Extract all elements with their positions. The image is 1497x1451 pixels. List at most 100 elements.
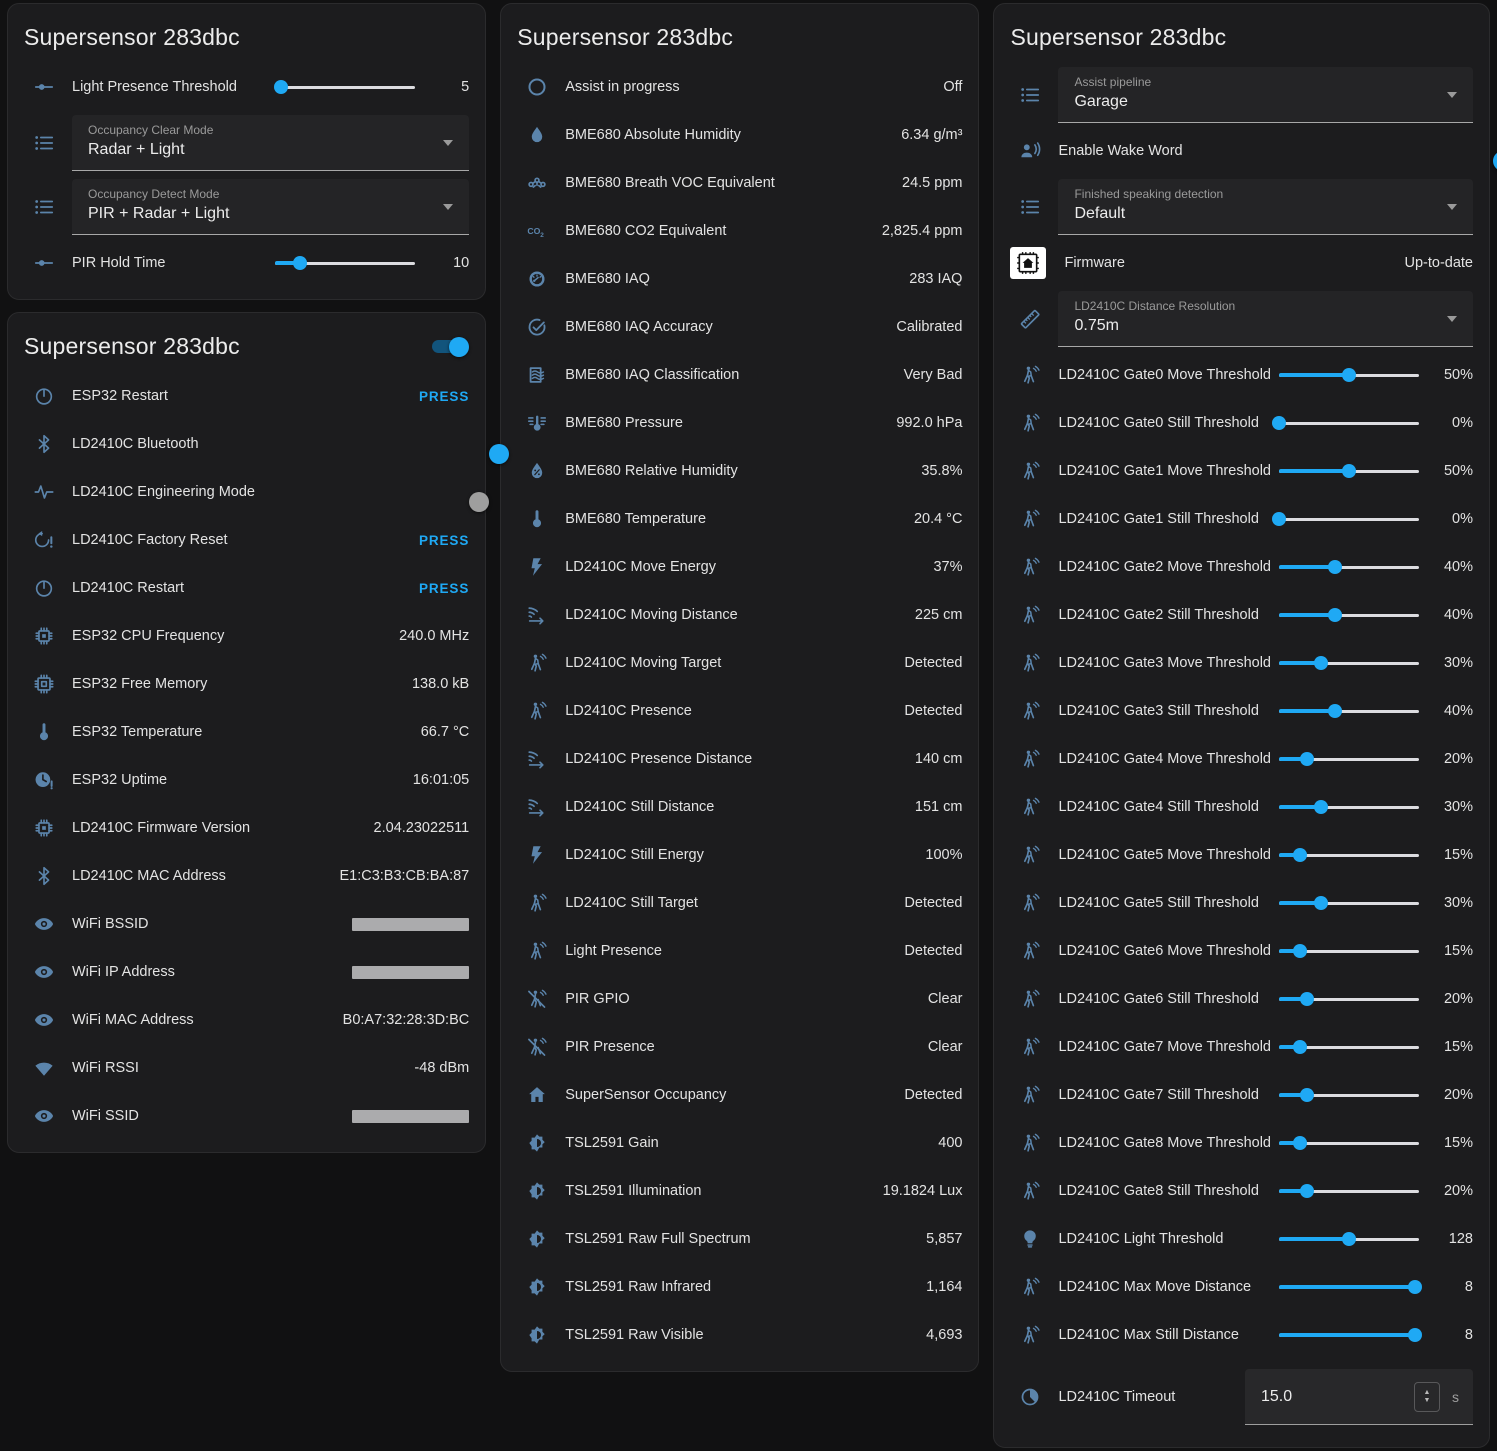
row-bme680-co2-equivalent[interactable]: CO2BME680 CO2 Equivalent2,825.4 ppm bbox=[517, 207, 962, 255]
row-wifi-mac-address[interactable]: WiFi MAC AddressB0:A7:32:28:3D:BC bbox=[24, 996, 469, 1044]
slider-thumb[interactable] bbox=[1408, 1328, 1422, 1342]
row-ld2410c-firmware-version[interactable]: LD2410C Firmware Version2.04.23022511 bbox=[24, 804, 469, 852]
row-ld2410c-still-target[interactable]: LD2410C Still TargetDetected bbox=[517, 879, 962, 927]
select-assist-pipeline[interactable]: Assist pipelineGarage bbox=[1058, 67, 1473, 123]
slider-ld2410c-gate1-still-threshold[interactable] bbox=[1279, 511, 1419, 527]
slider-thumb[interactable] bbox=[1300, 752, 1314, 766]
slider-thumb[interactable] bbox=[1293, 1040, 1307, 1054]
row-ld2410c-gate2-move-threshold[interactable]: LD2410C Gate2 Move Threshold40% bbox=[1010, 543, 1473, 591]
row-bme680-iaq-classification[interactable]: BME680 IAQ ClassificationVery Bad bbox=[517, 351, 962, 399]
slider-thumb[interactable] bbox=[1300, 1184, 1314, 1198]
slider-ld2410c-gate4-move-threshold[interactable] bbox=[1279, 751, 1419, 767]
slider-thumb[interactable] bbox=[1272, 512, 1286, 526]
row-tsl2591-gain[interactable]: TSL2591 Gain400 bbox=[517, 1119, 962, 1167]
stepper-control[interactable]: ▲▼ bbox=[1414, 1382, 1440, 1412]
row-ld2410c-moving-target[interactable]: LD2410C Moving TargetDetected bbox=[517, 639, 962, 687]
slider-ld2410c-gate2-move-threshold[interactable] bbox=[1279, 559, 1419, 575]
slider-ld2410c-max-still-distance[interactable] bbox=[1279, 1327, 1419, 1343]
row-assist-in-progress[interactable]: Assist in progressOff bbox=[517, 63, 962, 111]
slider-thumb[interactable] bbox=[1314, 896, 1328, 910]
number-input-ld2410c-timeout[interactable]: 15.0▲▼s bbox=[1245, 1369, 1473, 1425]
row-tsl2591-illumination[interactable]: TSL2591 Illumination19.1824 Lux bbox=[517, 1167, 962, 1215]
slider-ld2410c-gate2-still-threshold[interactable] bbox=[1279, 607, 1419, 623]
row-esp32-uptime[interactable]: ESP32 Uptime16:01:05 bbox=[24, 756, 469, 804]
row-bme680-breath-voc-equivalent[interactable]: BME680 Breath VOC Equivalent24.5 ppm bbox=[517, 159, 962, 207]
slider-thumb[interactable] bbox=[274, 80, 288, 94]
row-esp32-cpu-frequency[interactable]: ESP32 CPU Frequency240.0 MHz bbox=[24, 612, 469, 660]
slider-thumb[interactable] bbox=[1293, 944, 1307, 958]
slider-thumb[interactable] bbox=[1272, 416, 1286, 430]
slider-ld2410c-light-threshold[interactable] bbox=[1279, 1231, 1419, 1247]
slider-thumb[interactable] bbox=[1328, 608, 1342, 622]
row-esp32-free-memory[interactable]: ESP32 Free Memory138.0 kB bbox=[24, 660, 469, 708]
select-occupancy-clear-mode[interactable]: Occupancy Clear ModeRadar + Light bbox=[72, 115, 469, 171]
slider-thumb[interactable] bbox=[1293, 848, 1307, 862]
slider-ld2410c-gate5-still-threshold[interactable] bbox=[1279, 895, 1419, 911]
row-ld2410c-gate0-move-threshold[interactable]: LD2410C Gate0 Move Threshold50% bbox=[1010, 351, 1473, 399]
row-ld2410c-max-move-distance[interactable]: LD2410C Max Move Distance8 bbox=[1010, 1263, 1473, 1311]
row-ld2410c-presence-distance[interactable]: LD2410C Presence Distance140 cm bbox=[517, 735, 962, 783]
row-wifi-bssid[interactable]: WiFi BSSID bbox=[24, 900, 469, 948]
slider-thumb[interactable] bbox=[1342, 1232, 1356, 1246]
slider-ld2410c-gate1-move-threshold[interactable] bbox=[1279, 463, 1419, 479]
slider-ld2410c-gate0-still-threshold[interactable] bbox=[1279, 415, 1419, 431]
slider-light-presence-threshold[interactable] bbox=[275, 79, 415, 95]
row-ld2410c-gate5-move-threshold[interactable]: LD2410C Gate5 Move Threshold15% bbox=[1010, 831, 1473, 879]
row-ld2410c-gate3-still-threshold[interactable]: LD2410C Gate3 Still Threshold40% bbox=[1010, 687, 1473, 735]
row-bme680-temperature[interactable]: BME680 Temperature20.4 °C bbox=[517, 495, 962, 543]
row-esp32-restart[interactable]: ESP32 RestartPRESS bbox=[24, 372, 469, 420]
row-tsl2591-raw-infrared[interactable]: TSL2591 Raw Infrared1,164 bbox=[517, 1263, 962, 1311]
select-ld2410c-distance-resolution[interactable]: LD2410C Distance Resolution0.75m bbox=[1058, 291, 1473, 347]
slider-ld2410c-gate6-move-threshold[interactable] bbox=[1279, 943, 1419, 959]
row-bme680-iaq[interactable]: BME680 IAQ283 IAQ bbox=[517, 255, 962, 303]
row-ld2410c-gate7-move-threshold[interactable]: LD2410C Gate7 Move Threshold15% bbox=[1010, 1023, 1473, 1071]
row-ld2410c-gate1-still-threshold[interactable]: LD2410C Gate1 Still Threshold0% bbox=[1010, 495, 1473, 543]
slider-thumb[interactable] bbox=[1328, 560, 1342, 574]
slider-ld2410c-max-move-distance[interactable] bbox=[1279, 1279, 1419, 1295]
row-wifi-ip-address[interactable]: WiFi IP Address bbox=[24, 948, 469, 996]
row-tsl2591-raw-visible[interactable]: TSL2591 Raw Visible4,693 bbox=[517, 1311, 962, 1359]
slider-ld2410c-gate0-move-threshold[interactable] bbox=[1279, 367, 1419, 383]
row-ld2410c-bluetooth[interactable]: LD2410C Bluetooth bbox=[24, 420, 469, 468]
row-ld2410c-mac-address[interactable]: LD2410C MAC AddressE1:C3:B3:CB:BA:87 bbox=[24, 852, 469, 900]
slider-ld2410c-gate6-still-threshold[interactable] bbox=[1279, 991, 1419, 1007]
press-button[interactable]: PRESS bbox=[419, 389, 469, 404]
row-ld2410c-still-distance[interactable]: LD2410C Still Distance151 cm bbox=[517, 783, 962, 831]
row-ld2410c-gate8-move-threshold[interactable]: LD2410C Gate8 Move Threshold15% bbox=[1010, 1119, 1473, 1167]
row-esp32-temperature[interactable]: ESP32 Temperature66.7 °C bbox=[24, 708, 469, 756]
row-ld2410c-presence[interactable]: LD2410C PresenceDetected bbox=[517, 687, 962, 735]
row-ld2410c-light-threshold[interactable]: LD2410C Light Threshold128 bbox=[1010, 1215, 1473, 1263]
row-light-presence-threshold[interactable]: Light Presence Threshold5 bbox=[24, 63, 469, 111]
row-pir-presence[interactable]: PIR PresenceClear bbox=[517, 1023, 962, 1071]
row-pir-hold-time[interactable]: PIR Hold Time10 bbox=[24, 239, 469, 287]
slider-ld2410c-gate4-still-threshold[interactable] bbox=[1279, 799, 1419, 815]
slider-thumb[interactable] bbox=[1300, 992, 1314, 1006]
select-finished-speaking-detection[interactable]: Finished speaking detectionDefault bbox=[1058, 179, 1473, 235]
slider-ld2410c-gate5-move-threshold[interactable] bbox=[1279, 847, 1419, 863]
row-ld2410c-gate3-move-threshold[interactable]: LD2410C Gate3 Move Threshold30% bbox=[1010, 639, 1473, 687]
row-ld2410c-gate4-still-threshold[interactable]: LD2410C Gate4 Still Threshold30% bbox=[1010, 783, 1473, 831]
row-ld2410c-max-still-distance[interactable]: LD2410C Max Still Distance8 bbox=[1010, 1311, 1473, 1359]
slider-ld2410c-gate8-still-threshold[interactable] bbox=[1279, 1183, 1419, 1199]
row-supersensor-occupancy[interactable]: SuperSensor OccupancyDetected bbox=[517, 1071, 962, 1119]
row-ld2410c-gate6-still-threshold[interactable]: LD2410C Gate6 Still Threshold20% bbox=[1010, 975, 1473, 1023]
row-ld2410c-engineering-mode[interactable]: LD2410C Engineering Mode bbox=[24, 468, 469, 516]
slider-thumb[interactable] bbox=[1408, 1280, 1422, 1294]
row-ld2410c-moving-distance[interactable]: LD2410C Moving Distance225 cm bbox=[517, 591, 962, 639]
row-light-presence[interactable]: Light PresenceDetected bbox=[517, 927, 962, 975]
row-ld2410c-restart[interactable]: LD2410C RestartPRESS bbox=[24, 564, 469, 612]
slider-thumb[interactable] bbox=[1293, 1136, 1307, 1150]
slider-thumb[interactable] bbox=[1300, 1088, 1314, 1102]
slider-ld2410c-gate3-still-threshold[interactable] bbox=[1279, 703, 1419, 719]
row-tsl2591-raw-full-spectrum[interactable]: TSL2591 Raw Full Spectrum5,857 bbox=[517, 1215, 962, 1263]
card-header-toggle[interactable] bbox=[429, 337, 469, 357]
row-ld2410c-gate4-move-threshold[interactable]: LD2410C Gate4 Move Threshold20% bbox=[1010, 735, 1473, 783]
row-ld2410c-gate5-still-threshold[interactable]: LD2410C Gate5 Still Threshold30% bbox=[1010, 879, 1473, 927]
slider-ld2410c-gate3-move-threshold[interactable] bbox=[1279, 655, 1419, 671]
slider-thumb[interactable] bbox=[293, 256, 307, 270]
slider-thumb[interactable] bbox=[1314, 656, 1328, 670]
row-enable-wake-word[interactable]: Enable Wake Word bbox=[1010, 127, 1473, 175]
press-button[interactable]: PRESS bbox=[419, 533, 469, 548]
slider-ld2410c-gate7-still-threshold[interactable] bbox=[1279, 1087, 1419, 1103]
row-ld2410c-move-energy[interactable]: LD2410C Move Energy37% bbox=[517, 543, 962, 591]
